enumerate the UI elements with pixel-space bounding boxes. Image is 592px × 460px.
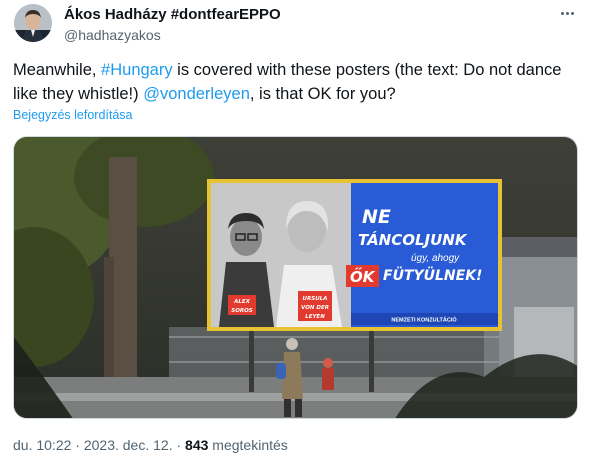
poster-tag-right-1: URSULA: [303, 296, 328, 302]
poster-line-3: úgy, ahogy: [411, 253, 460, 264]
hashtag-link[interactable]: #Hungary: [101, 61, 173, 79]
tweet-text-part: Meanwhile,: [13, 61, 102, 79]
views-label: megtekintés: [208, 437, 288, 453]
tweet-photo[interactable]: ALEX SOROS URSULA VON DER LEYEN NE TÁNCO…: [13, 136, 578, 419]
tweet-date[interactable]: 2023. dec. 12.: [84, 437, 173, 453]
tweet-text-part: , is that OK for you?: [249, 85, 396, 103]
mention-link[interactable]: @vonderleyen: [143, 85, 250, 103]
tweet-text: Meanwhile, #Hungary is covered with thes…: [13, 58, 573, 106]
poster-tag-left-2: SOROS: [231, 308, 253, 314]
more-dots-icon[interactable]: [556, 4, 578, 22]
tweet-time[interactable]: du. 10:22: [13, 437, 71, 453]
poster-line-4: FÜTYÜLNEK!: [383, 266, 482, 284]
poster-bottom-strip: NEMZETI KONZULTÁCIÓ: [391, 316, 457, 324]
author-name[interactable]: Ákos Hadházy #dontfearEPPO: [64, 6, 281, 23]
poster-tag-right-2: VON DER: [301, 305, 329, 311]
avatar[interactable]: [14, 4, 52, 42]
separator: ·: [172, 437, 186, 453]
author-handle[interactable]: @hadhazyakos: [64, 27, 161, 43]
tweet-meta: du. 10:22 · 2023. dec. 12. · 843 megteki…: [13, 437, 288, 453]
dot: [565, 11, 569, 15]
translate-link[interactable]: Bejegyzés lefordítása: [13, 108, 133, 122]
poster-line-4-highlight: ŐK: [350, 266, 376, 286]
poster-tag-left-1: ALEX: [233, 299, 251, 305]
avatar-photo: [14, 4, 52, 42]
poster-tag-right-3: LEYEN: [305, 314, 325, 320]
dot: [560, 11, 564, 15]
dot: [570, 11, 574, 15]
billboard-photo: ALEX SOROS URSULA VON DER LEYEN NE TÁNCO…: [14, 137, 577, 418]
poster-line-1: NE: [362, 206, 391, 228]
poster-line-2: TÁNCOLJUNK: [358, 230, 468, 249]
views-count: 843: [185, 437, 209, 453]
separator: ·: [71, 437, 84, 453]
